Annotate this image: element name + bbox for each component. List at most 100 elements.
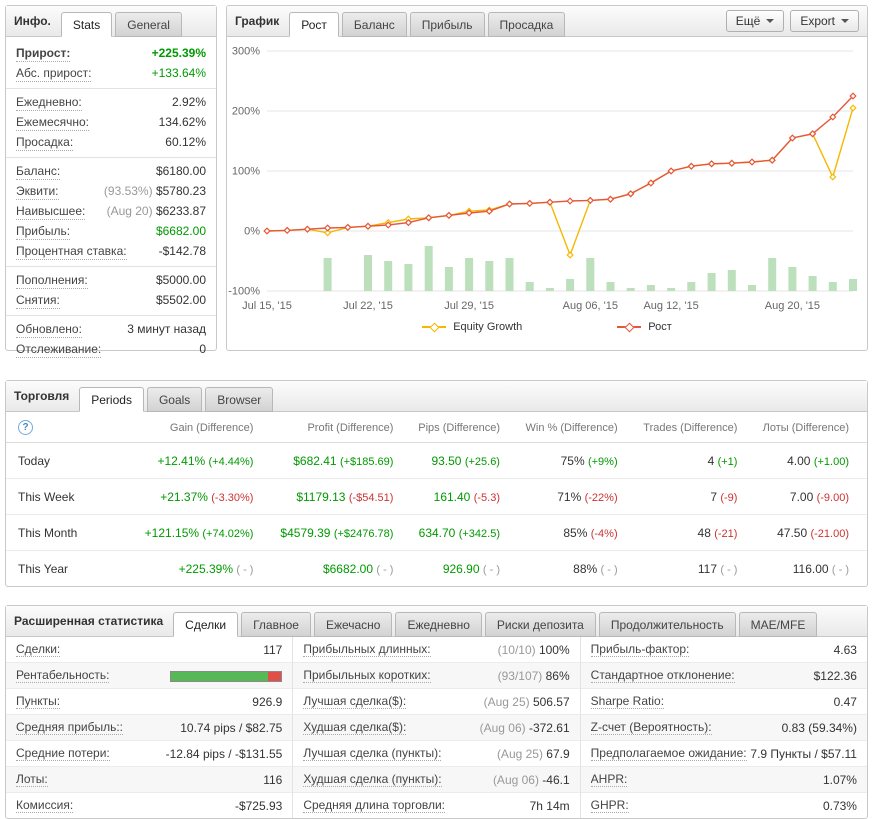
cell-difference: ( - ) [831,564,849,576]
legend-item-equity-growth[interactable]: Equity Growth [422,321,522,333]
help-icon[interactable]: ? [18,420,33,435]
svg-text:Jul 22, '15: Jul 22, '15 [343,300,393,312]
stat-value-main: 100% [538,642,570,657]
chart-tab-просадка[interactable]: Просадка [487,12,566,37]
cell-difference: (+74.02%) [202,528,254,540]
stat-label: GHPR: [590,798,629,813]
trading-tab-browser[interactable]: Browser [205,387,274,412]
chart-tab-прибыль[interactable]: Прибыль [409,12,485,37]
info-tab-general[interactable]: General [115,12,182,37]
stat-row-средняя-прибыль: Средняя прибыль:: 10.74 pips / $82.75 [6,715,293,741]
stat-value-main: 506.57 [532,694,570,709]
stat-value-prefix: (Aug 06) [492,772,543,787]
svg-text:Aug 06, '15: Aug 06, '15 [563,300,618,312]
info-value-main: 60.12% [165,135,206,149]
period-cell: 7.00 (-9.00) [755,478,867,515]
period-cell: +21.37% (-3.30%) [136,478,272,515]
stat-value: (Aug 06) -372.61 [480,721,570,735]
advanced-tab-риски-депозита[interactable]: Риски депозита [484,612,596,637]
svg-text:200%: 200% [232,106,260,118]
stat-label: Стандартное отклонение: [590,668,735,683]
stat-value: 10.74 pips / $82.75 [180,721,282,735]
advanced-tab-продолжительность[interactable]: Продолжительность [598,612,736,637]
advanced-tab-главное[interactable]: Главное [241,612,311,637]
chart-panel: График Рост Баланс Прибыль Просадка Ещё Exp… [226,5,868,351]
info-label: Ежемесячно: [16,115,90,131]
advanced-tab-ежедневно[interactable]: Ежедневно [395,612,482,637]
cell-value: 48 [697,526,715,540]
more-dropdown-button[interactable]: Ещё [725,10,785,32]
info-row: Эквити: (93.53%) $5780.23 [16,182,206,202]
cell-value: 93.50 [431,454,465,468]
period-cell: +121.15% (+74.02%) [136,514,272,551]
cell-difference: (+9%) [587,456,618,468]
divider [6,266,216,267]
info-tab-stats[interactable]: Stats [60,12,113,37]
stat-value: 7.9 Пункты / $57.11 [750,747,857,761]
info-row: Прибыль: $6682.00 [16,222,206,242]
info-value: $6180.00 [156,164,206,179]
cell-value: +12.41% [157,454,209,468]
stat-row-прибыльных-коротких: Прибыльных коротких: (93/107) 86% [293,663,580,689]
info-label: Процентная ставка: [16,244,127,260]
period-cell: 85% (-4%) [517,514,636,551]
stat-value: 926.9 [252,695,282,709]
advanced-tab-сделки[interactable]: Сделки [173,612,239,637]
cell-value: 4 [707,454,718,468]
export-dropdown-button[interactable]: Export [790,10,859,32]
advanced-tab-mae-mfe[interactable]: MAE/MFE [738,612,818,637]
stat-value: (Aug 25) 67.9 [497,747,570,761]
svg-text:Aug 12, '15: Aug 12, '15 [643,300,698,312]
chart-tab-баланс[interactable]: Баланс [341,12,407,37]
cell-value: 116.00 [792,562,832,576]
stat-value-main: 4.63 [833,642,857,657]
stat-label: Сделки: [16,642,61,657]
info-label: Отслеживание: [16,342,102,358]
stat-row-sharpe-ratio: Sharpe Ratio: 0.47 [580,689,867,715]
stat-value: (10/10) 100% [498,643,570,657]
info-value-main: $5000.00 [155,273,206,287]
info-row: Обновлено: 3 минут назад [16,320,206,340]
info-row: Прирост: +225.39% [16,44,206,64]
info-value-main: -$142.78 [158,244,206,258]
period-cell: $1179.13 (-$54.51) [271,478,412,515]
export-dropdown-label: Export [800,14,835,28]
info-value: 134.62% [159,115,206,130]
cell-value: 7.00 [789,490,817,504]
trading-tab-periods[interactable]: Periods [79,387,144,412]
trading-tab-goals[interactable]: Goals [146,387,203,412]
chart-tab-рост[interactable]: Рост [289,12,339,37]
info-row: Ежемесячно: 134.62% [16,113,206,133]
period-row-this-week: This Week +21.37% (-3.30%) $1179.13 (-$54.… [6,478,867,515]
stat-label: Z-счет (Вероятность): [590,720,712,735]
stat-value: -$725.93 [235,799,282,813]
stat-label: Лучшая сделка($): [303,694,407,709]
stat-label: Худшая сделка (пункты): [303,772,442,787]
cell-difference: (-5.3) [473,492,500,504]
info-value-prefix: (93.53%) [103,184,156,198]
period-label: This Week [6,478,136,515]
stat-value: 1.07% [823,773,857,787]
info-value: (93.53%) $5780.23 [104,184,206,199]
cell-difference: ( - ) [720,564,738,576]
period-cell: 48 (-21) [635,514,756,551]
stat-value: 117 [263,643,282,657]
stat-label: Средние потери: [16,746,110,761]
column-header-gain: Gain (Difference) [136,412,272,443]
period-row-this-month: This Month +121.15% (+74.02%) $4579.39 (+$… [6,514,867,551]
stat-row-комиссия: Комиссия: -$725.93 [6,793,292,818]
cell-difference: (-22%) [584,492,618,504]
trading-tabs: Periods Goals Browser [79,387,274,412]
cell-value: 85% [563,526,591,540]
legend-item-рост[interactable]: Рост [617,321,672,333]
info-stats-list: Прирост: +225.39% Абс. прирост: +133.64% Еже… [6,37,216,367]
legend-marker [422,322,447,332]
advanced-tab-ежечасно[interactable]: Ежечасно [313,612,393,637]
stat-value-main: 7.9 Пункты / $57.11 [750,746,857,761]
stat-value-main: 7h 14m [529,798,570,813]
advanced-stats-header: Расширенная статистика Сделки Главное Ежеч… [6,606,867,637]
info-value-main: $6682.00 [155,224,206,238]
svg-text:Aug 20, '15: Aug 20, '15 [765,300,820,312]
stats-column-trades: Сделки: 117 Рентабельность: Пункты: 926.9 Сре… [6,637,293,818]
period-label: This Year [18,562,69,576]
